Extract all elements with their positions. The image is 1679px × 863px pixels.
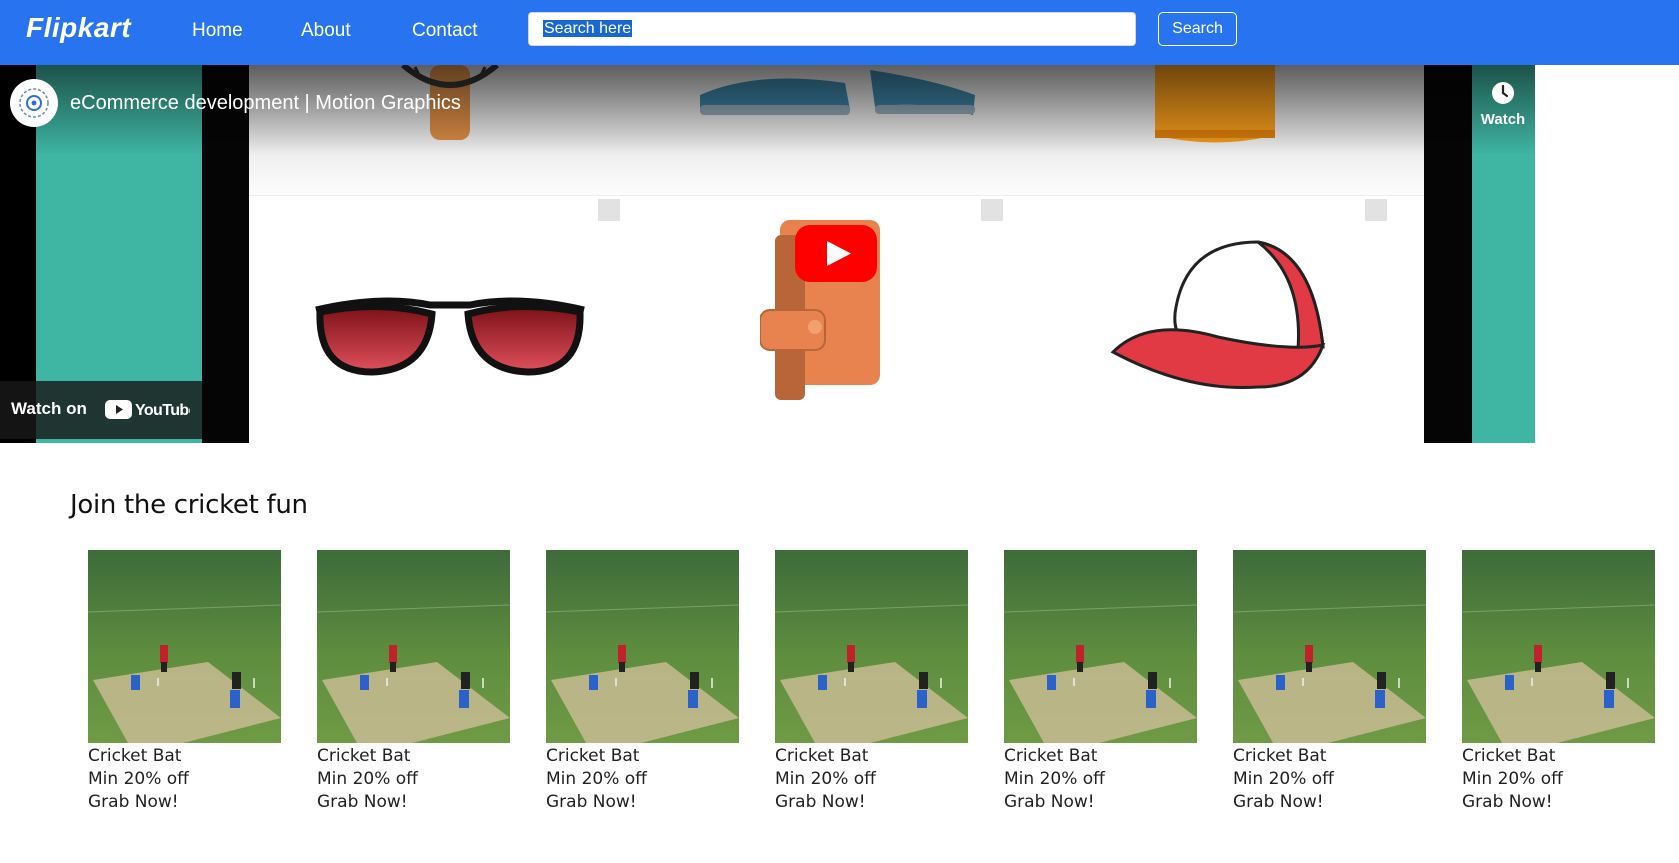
nav-link-contact[interactable]: Contact [412,20,477,42]
product-name: Cricket Bat [1004,746,1098,766]
product-name: Cricket Bat [88,746,182,766]
cricket-match-image[interactable] [317,550,510,743]
channel-avatar[interactable] [10,79,58,127]
product-cta[interactable]: Grab Now! [546,791,739,814]
youtube-icon: YouTube [105,400,198,419]
watch-on-youtube-button[interactable]: Watch on YouTube [0,381,202,439]
video-title[interactable]: eCommerce development | Motion Graphics [70,92,461,115]
watch-later-label: Watch [1480,111,1526,128]
nav-link-about[interactable]: About [301,20,351,42]
product-cta[interactable]: Grab Now! [317,791,510,814]
product-offer: Min 20% off [1004,769,1105,789]
product-name: Cricket Bat [1233,746,1327,766]
clock-icon [1492,82,1514,104]
product-card[interactable]: Cricket Bat Min 20% off Grab Now! [775,550,968,814]
nav-link-home[interactable]: Home [192,20,243,42]
brand-logo[interactable]: Flipkart [26,12,131,44]
cricket-match-image[interactable] [1233,550,1426,743]
sunglasses-icon [315,297,585,376]
video-placeholder-square [981,199,1003,221]
product-offer: Min 20% off [775,769,876,789]
cap-icon [1110,240,1326,390]
product-card[interactable]: Cricket Bat Min 20% off Grab Now! [88,550,281,814]
video-placeholder-square [598,199,620,221]
youtube-video-embed[interactable]: eCommerce development | Motion Graphics … [0,65,1535,443]
cricket-match-image[interactable] [546,550,739,743]
product-card[interactable]: Cricket Bat Min 20% off Grab Now! [1233,550,1426,814]
product-card[interactable]: Cricket Bat Min 20% off Grab Now! [546,550,739,814]
search-input-value: Search here [543,20,633,37]
watch-on-label: Watch on [11,399,87,418]
product-cta[interactable]: Grab Now! [1233,791,1426,814]
product-card[interactable]: Cricket Bat Min 20% off Grab Now! [1004,550,1197,814]
product-card[interactable]: Cricket Bat Min 20% off Grab Now! [317,550,510,814]
watch-later-button[interactable]: Watch [1478,81,1528,128]
product-name: Cricket Bat [317,746,411,766]
video-frame-divider [249,195,1424,196]
video-placeholder-square [1365,199,1387,221]
product-cta[interactable]: Grab Now! [1462,791,1655,814]
product-name: Cricket Bat [546,746,640,766]
youtube-play-icon [795,225,877,282]
cricket-match-image[interactable] [775,550,968,743]
product-offer: Min 20% off [546,769,647,789]
cricket-match-image[interactable] [1004,550,1197,743]
product-card[interactable]: Cricket Bat Min 20% off Grab Now! [1462,550,1655,814]
product-cta[interactable]: Grab Now! [1004,791,1197,814]
product-name: Cricket Bat [775,746,869,766]
cricket-match-image[interactable] [88,550,281,743]
play-button[interactable] [795,225,877,286]
product-offer: Min 20% off [1462,769,1563,789]
search-button[interactable]: Search [1158,12,1237,46]
product-offer: Min 20% off [317,769,418,789]
product-cta[interactable]: Grab Now! [88,791,281,814]
product-offer: Min 20% off [88,769,189,789]
navbar: Flipkart Home About Contact Search here … [0,0,1679,65]
cricket-match-image[interactable] [1462,550,1655,743]
youtube-logo-text: YouTube [135,402,190,419]
search-input[interactable]: Search here [528,12,1136,46]
product-name: Cricket Bat [1462,746,1556,766]
product-offer: Min 20% off [1233,769,1334,789]
youtube-logo: YouTube [105,398,198,425]
section-title: Join the cricket fun [70,490,308,520]
product-cta[interactable]: Grab Now! [775,791,968,814]
channel-logo-icon [19,88,49,118]
